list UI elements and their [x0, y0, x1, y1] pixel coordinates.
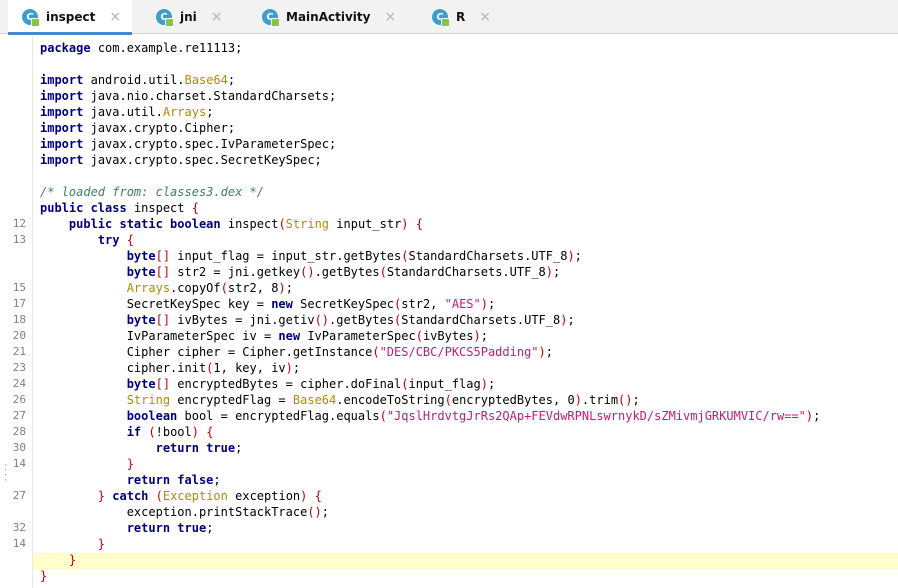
code-line: import javax.crypto.spec.IvParameterSpec…: [40, 137, 337, 151]
tab-r[interactable]: C R ×: [424, 0, 514, 34]
line-number: 30: [12, 441, 26, 454]
line-number: 14: [12, 457, 26, 470]
code-line: import javax.crypto.spec.SecretKeySpec;: [40, 153, 322, 167]
code-line: try {: [97, 233, 134, 247]
code-line: if (!bool) {: [126, 425, 214, 439]
close-icon[interactable]: ×: [479, 9, 491, 25]
code-line: return false;: [126, 473, 221, 487]
code-line: SecretKeySpec key = new SecretKeySpec(st…: [40, 297, 496, 311]
line-number: 17: [12, 297, 26, 310]
close-icon[interactable]: ×: [384, 9, 396, 25]
code-line: import java.nio.charset.StandardCharsets…: [40, 89, 337, 103]
line-number: 14: [12, 537, 26, 550]
code-line: byte[] ivBytes = jni.getiv().getBytes(St…: [126, 313, 575, 327]
line-number: 18: [12, 313, 26, 326]
tab-label: MainActivity: [286, 10, 371, 24]
gutter-divider: [32, 36, 33, 588]
code-line: import android.util.Base64;: [40, 73, 236, 87]
code-line: String encryptedFlag = Base64.encodeToSt…: [126, 393, 640, 407]
line-number-gutter: 12 13 15 17 18 20 21 23 24 26 27 28 30 14 27 32 14: [0, 36, 32, 588]
line-number: 23: [12, 361, 26, 374]
tab-mainactivity[interactable]: C MainActivity ×: [254, 0, 414, 34]
code-line: cipher.init(1, key, iv);: [40, 361, 301, 375]
code-line: }: [97, 537, 106, 551]
code-line: public class inspect {: [40, 201, 199, 215]
close-icon[interactable]: ×: [109, 9, 121, 25]
line-number: 12: [12, 217, 26, 230]
line-number: 32: [12, 521, 26, 534]
code-line: Cipher cipher = Cipher.getInstance("DES/…: [40, 345, 553, 359]
code-line: Arrays.copyOf(str2, 8);: [126, 281, 293, 295]
class-icon: C: [432, 9, 450, 27]
line-number: 26: [12, 393, 26, 406]
code-line: boolean bool = encryptedFlag.equals("Jqs…: [126, 409, 821, 423]
code-line: package com.example.re11113;: [40, 41, 243, 55]
class-icon: C: [22, 9, 40, 27]
editor-tab-bar: C inspect × C jni × C MainActivity × C R…: [0, 0, 898, 35]
close-icon[interactable]: ×: [211, 9, 223, 25]
line-number: 20: [12, 329, 26, 342]
tab-label: R: [456, 10, 466, 24]
code-line: byte[] encryptedBytes = cipher.doFinal(i…: [126, 377, 496, 391]
tab-inspect[interactable]: C inspect ×: [8, 0, 132, 35]
current-line-highlight: [33, 553, 898, 570]
code-comment: /* loaded from: classes3.dex */: [40, 185, 264, 199]
line-number: 27: [12, 489, 26, 502]
class-icon: C: [262, 9, 280, 27]
tab-label: inspect: [46, 10, 96, 24]
line-number: 24: [12, 377, 26, 390]
tab-label: jni: [180, 10, 197, 24]
resize-handle-icon[interactable]: · · · ·: [3, 462, 8, 486]
line-number: 27: [12, 409, 26, 422]
line-number: 21: [12, 345, 26, 358]
code-line: } catch (Exception exception) {: [97, 489, 322, 503]
code-line: byte[] str2 = jni.getkey().getBytes(Stan…: [126, 265, 561, 279]
code-line: byte[] input_flag = input_str.getBytes(S…: [126, 249, 582, 263]
class-icon: C: [156, 9, 174, 27]
code-line: import javax.crypto.Cipher;: [40, 121, 236, 135]
line-number: 13: [12, 233, 26, 246]
code-line: }: [126, 457, 134, 471]
code-line: }: [68, 553, 77, 567]
line-number: 28: [12, 425, 26, 438]
tab-jni[interactable]: C jni ×: [148, 0, 248, 34]
code-line: public static boolean inspect(String inp…: [68, 217, 423, 231]
code-line: IvParameterSpec iv = new IvParameterSpec…: [40, 329, 488, 343]
code-line: return true;: [155, 441, 243, 455]
line-number: 15: [12, 281, 26, 294]
code-line: return true;: [126, 521, 214, 535]
code-line: import java.util.Arrays;: [40, 105, 214, 119]
code-line: exception.printStackTrace();: [40, 505, 329, 519]
code-line: }: [40, 569, 48, 583]
